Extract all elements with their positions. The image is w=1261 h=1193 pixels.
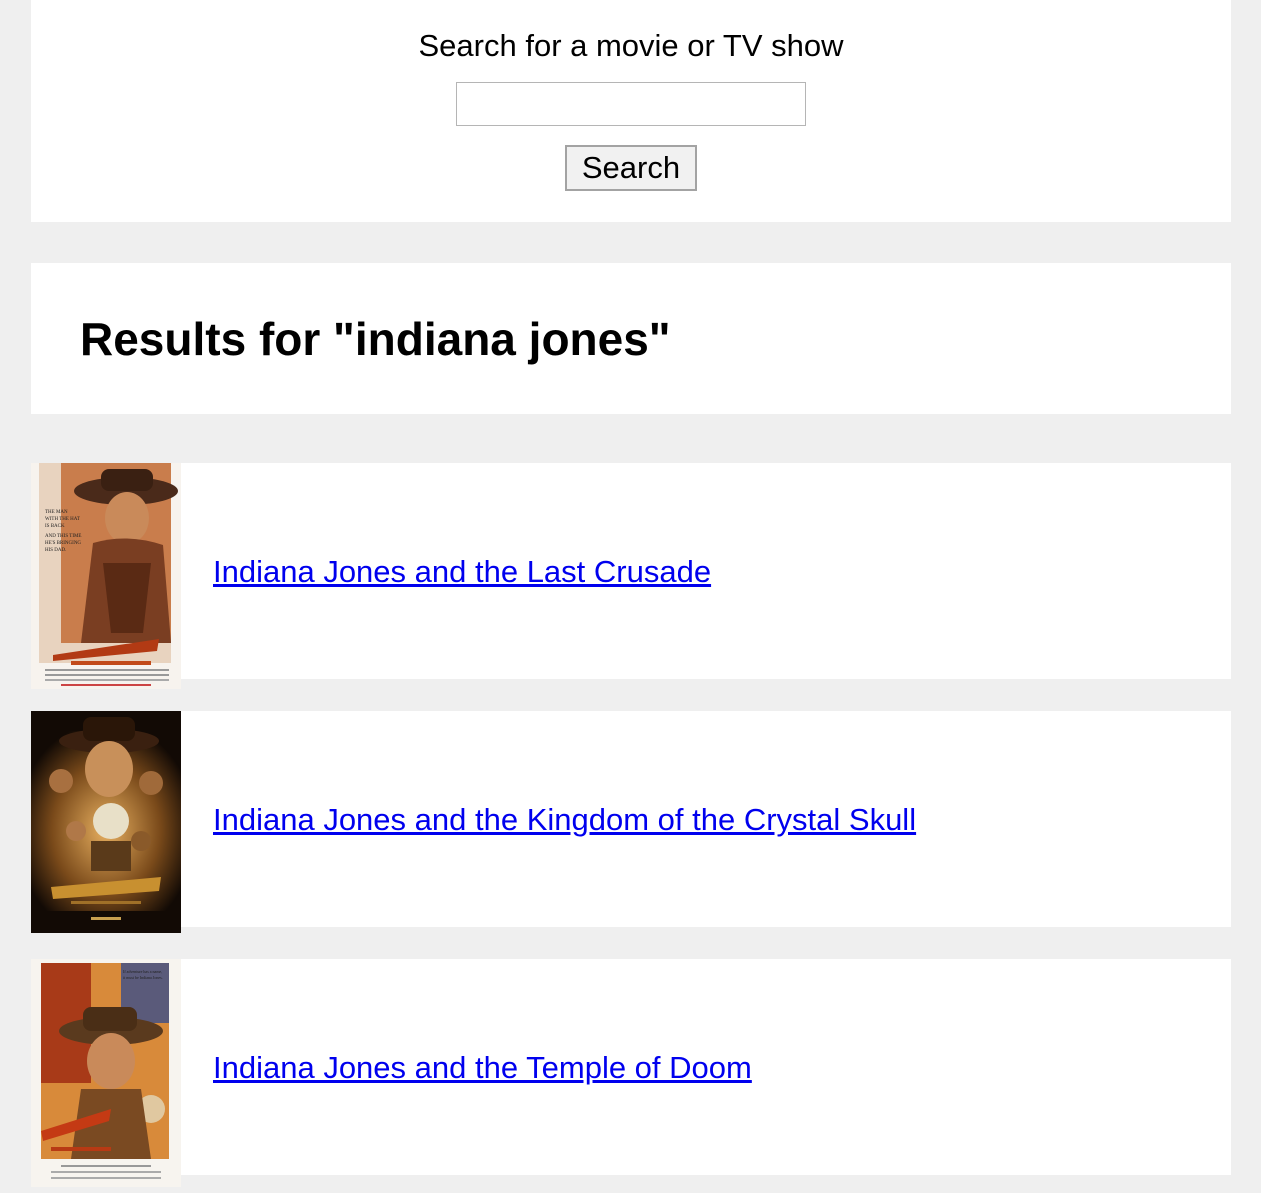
result-item: THE MAN WITH THE HAT IS BACK AND THIS TI… xyxy=(31,463,1231,689)
search-input[interactable] xyxy=(456,82,806,126)
crystal-skull-poster-icon[interactable] xyxy=(31,711,181,933)
svg-text:it must be Indiana Jones.: it must be Indiana Jones. xyxy=(123,975,163,980)
result-link-crystal-skull[interactable]: Indiana Jones and the Kingdom of the Cry… xyxy=(213,802,916,838)
svg-text:AND THIS TIME: AND THIS TIME xyxy=(45,534,81,539)
svg-text:WITH THE HAT: WITH THE HAT xyxy=(45,517,80,522)
svg-text:THE MAN: THE MAN xyxy=(45,510,68,515)
result-item: Indiana Jones and the Kingdom of the Cry… xyxy=(31,711,1231,933)
results-heading: Results for "indiana jones" xyxy=(80,313,671,365)
search-button[interactable]: Search xyxy=(565,145,697,191)
results-header: Results for "indiana jones" xyxy=(31,263,1231,414)
search-panel: Search for a movie or TV show Search xyxy=(31,0,1231,222)
svg-text:HIS DAD.: HIS DAD. xyxy=(45,548,66,553)
svg-text:IS BACK: IS BACK xyxy=(45,524,65,529)
svg-text:HE'S BRINGING: HE'S BRINGING xyxy=(45,541,81,546)
temple-of-doom-poster-icon[interactable]: If adventure has a name, it must be Indi… xyxy=(31,959,181,1187)
result-link-temple-of-doom[interactable]: Indiana Jones and the Temple of Doom xyxy=(213,1050,752,1086)
result-item: If adventure has a name, it must be Indi… xyxy=(31,959,1231,1187)
last-crusade-poster-icon[interactable]: THE MAN WITH THE HAT IS BACK AND THIS TI… xyxy=(31,463,181,689)
search-label: Search for a movie or TV show xyxy=(418,28,844,63)
result-link-last-crusade[interactable]: Indiana Jones and the Last Crusade xyxy=(213,554,711,590)
